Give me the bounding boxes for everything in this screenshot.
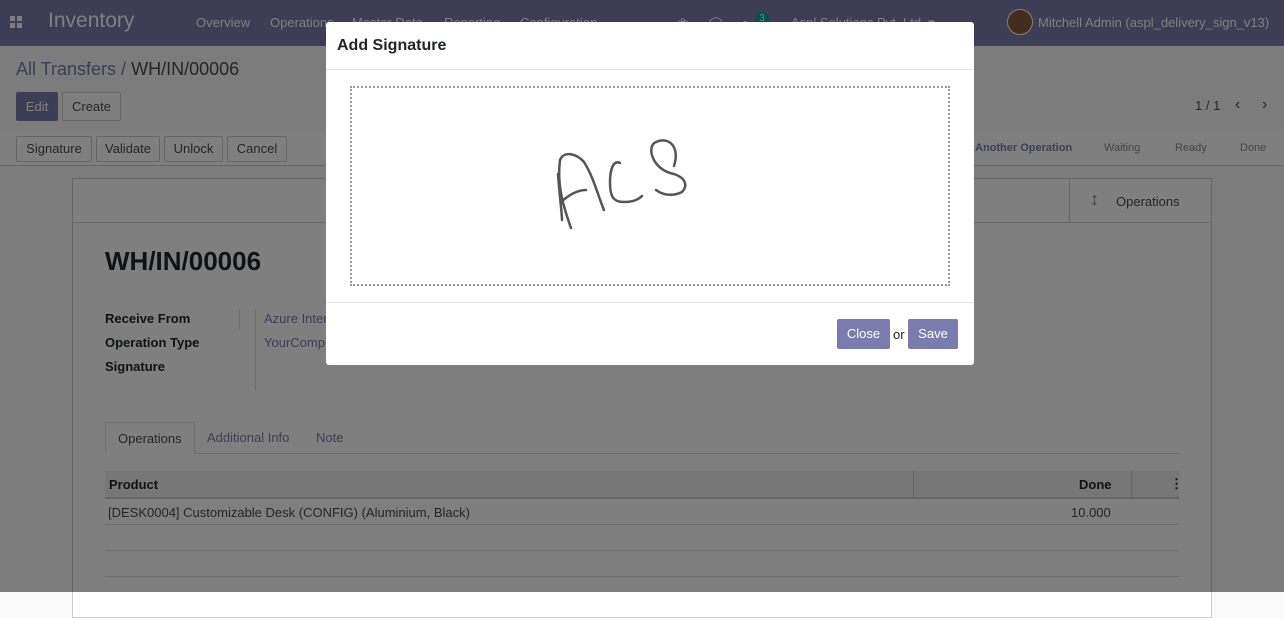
close-button[interactable]: Close bbox=[837, 319, 890, 349]
save-button[interactable]: Save bbox=[908, 319, 958, 349]
dialog-title: Add Signature bbox=[337, 37, 447, 54]
dialog-header: Add Signature bbox=[326, 22, 974, 70]
or-separator: or bbox=[893, 327, 905, 342]
signature-pad[interactable] bbox=[350, 86, 950, 286]
dialog-footer: Close or Save bbox=[326, 302, 974, 365]
add-signature-dialog: Add Signature Close or Save bbox=[326, 22, 974, 365]
signature-drawing bbox=[556, 139, 687, 230]
